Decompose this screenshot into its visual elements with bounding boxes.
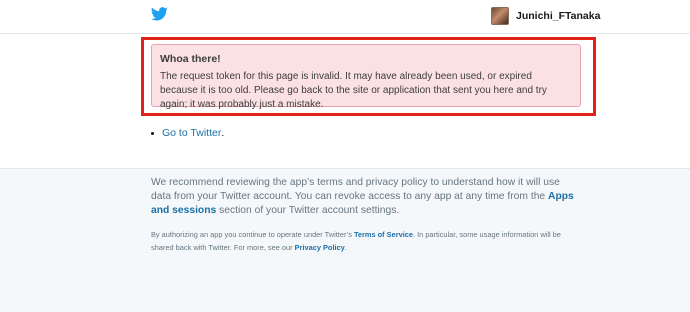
main-content: Whoa there! The request token for this p… — [0, 34, 690, 169]
link-period: . — [221, 127, 225, 139]
user-account-menu[interactable]: Junichi_FTanaka — [491, 7, 600, 25]
error-alert: Whoa there! The request token for this p… — [151, 44, 581, 110]
avatar — [491, 7, 509, 25]
twitter-bird-icon[interactable] — [151, 7, 168, 21]
footer-notice: We recommend reviewing the app’s terms a… — [151, 176, 581, 218]
list-item: Go to Twitter. — [151, 127, 224, 139]
footer-legal-text-3: . — [344, 243, 347, 252]
go-to-twitter-link[interactable]: Go to Twitter — [162, 127, 221, 139]
alert-title: Whoa there! — [160, 53, 221, 65]
footer-legal: By authorizing an app you continue to op… — [151, 228, 581, 254]
privacy-policy-link[interactable]: Privacy Policy — [295, 243, 345, 252]
username: Junichi_FTanaka — [516, 10, 601, 22]
bullet — [151, 131, 154, 135]
footer-legal-text-1: By authorizing an app you continue to op… — [151, 230, 354, 239]
footer-notice-text-1: We recommend reviewing the app’s terms a… — [151, 177, 560, 202]
terms-of-service-link[interactable]: Terms of Service — [354, 230, 413, 239]
footer-notice-text-2: section of your Twitter account settings… — [216, 205, 400, 216]
top-navigation-bar: Junichi_FTanaka — [0, 0, 690, 34]
link-list: Go to Twitter. — [151, 127, 224, 139]
alert-message: The request token for this page is inval… — [160, 71, 547, 110]
footer: We recommend reviewing the app’s terms a… — [151, 176, 581, 254]
